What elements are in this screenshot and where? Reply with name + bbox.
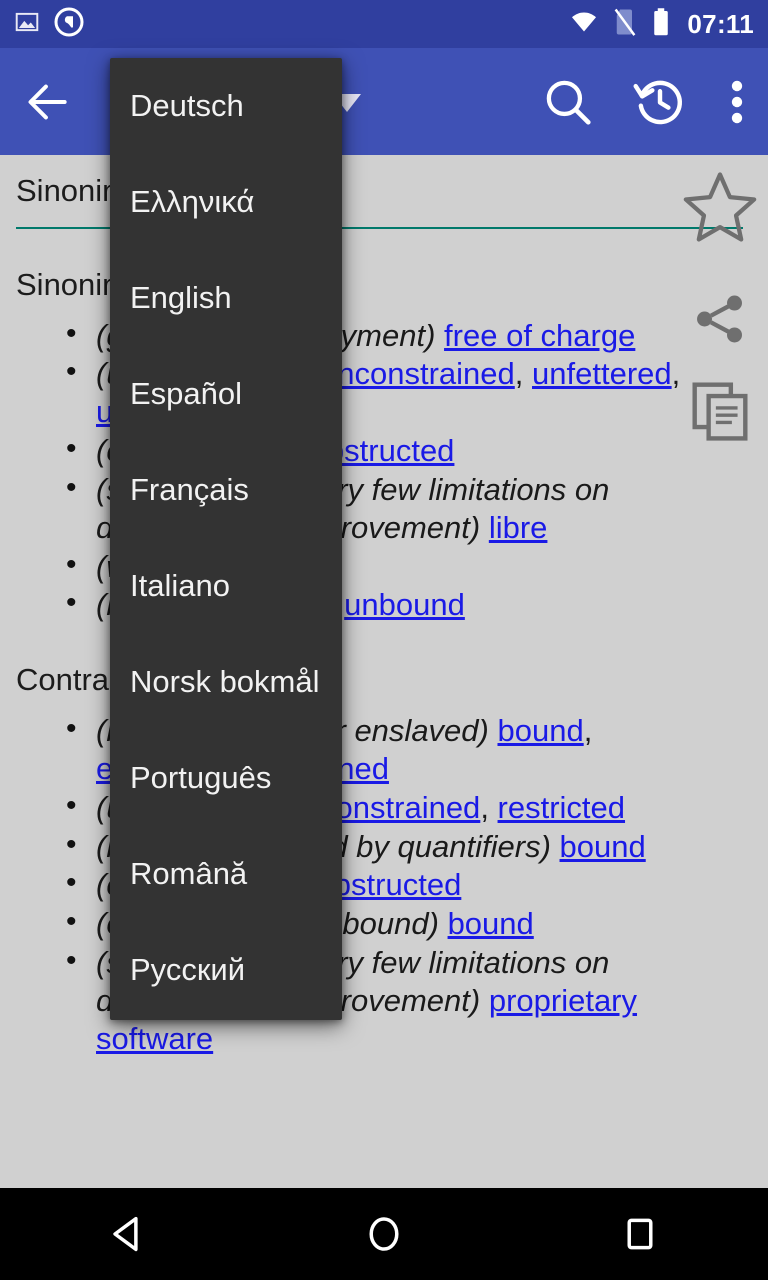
favorite-star-button[interactable]	[677, 167, 763, 254]
history-button[interactable]	[614, 48, 706, 155]
language-menu-item-label: Română	[130, 856, 248, 891]
synonym-link[interactable]: constrained	[320, 790, 480, 825]
nav-home-button[interactable]	[256, 1188, 512, 1280]
language-menu-item-label: Français	[130, 472, 249, 507]
more-vertical-icon	[731, 80, 743, 123]
language-menu-item-label: Norsk bokmål	[130, 664, 320, 699]
nav-back-button[interactable]	[0, 1188, 256, 1280]
synonym-link[interactable]: unconstrained	[320, 356, 515, 391]
status-bar-right-icons: 07:11	[569, 7, 754, 42]
status-bar-clock: 07:11	[687, 9, 754, 39]
language-menu-item-label: Русский	[130, 952, 246, 987]
system-nav-bar	[0, 1188, 768, 1280]
language-menu-item[interactable]: Română	[110, 826, 342, 922]
synonym-link[interactable]: bound	[448, 906, 534, 941]
language-menu-item[interactable]: Italiano	[110, 538, 342, 634]
language-menu-item[interactable]: Português	[110, 730, 342, 826]
circle-home-icon	[369, 1217, 399, 1251]
no-sim-icon	[612, 7, 638, 42]
status-bar-left-icons	[14, 7, 84, 42]
phone-screen: 07:11 Deutsch	[0, 0, 768, 1280]
synonym-link[interactable]: libre	[489, 510, 548, 545]
history-icon	[633, 80, 683, 124]
language-menu-item[interactable]: Norsk bokmål	[110, 634, 342, 730]
language-menu-item-label: Deutsch	[130, 88, 244, 123]
battery-icon	[651, 7, 671, 42]
nav-recents-button[interactable]	[512, 1188, 768, 1280]
synonym-link[interactable]: bound	[560, 829, 646, 864]
wifi-icon	[569, 7, 599, 42]
star-icon	[683, 172, 757, 242]
language-menu-item[interactable]: Español	[110, 346, 342, 442]
search-icon	[546, 80, 591, 125]
image-icon	[14, 9, 40, 40]
language-menu-item[interactable]: Русский	[110, 922, 342, 1018]
search-button[interactable]	[522, 48, 614, 155]
language-menu-item[interactable]: Ελληνικά	[110, 154, 342, 250]
synonym-link[interactable]: unfettered	[532, 356, 672, 391]
synonym-link[interactable]: bound	[497, 713, 583, 748]
language-menu-item-label: English	[130, 280, 232, 315]
language-menu-item[interactable]: Deutsch	[110, 58, 342, 154]
triangle-back-icon	[113, 1216, 138, 1252]
language-menu-item-label: Ελληνικά	[130, 184, 255, 219]
language-menu-item-label: Italiano	[130, 568, 230, 603]
language-menu-item-label: Português	[130, 760, 272, 795]
back-button[interactable]	[0, 48, 96, 155]
language-dropdown-menu[interactable]: Deutsch Ελληνικά English Español Français Ita…	[110, 58, 342, 1020]
synonym-link[interactable]: free of charge	[444, 318, 635, 353]
square-recents-icon	[627, 1218, 653, 1250]
language-menu-item-label: Español	[130, 376, 243, 411]
status-bar: 07:11	[0, 0, 768, 48]
synonym-link[interactable]: restricted	[498, 790, 625, 825]
arrow-left-icon	[28, 84, 67, 119]
language-menu-item[interactable]: Français	[110, 442, 342, 538]
language-menu-item[interactable]: English	[110, 250, 342, 346]
app-notification-icon	[54, 7, 84, 42]
synonym-link[interactable]: unbound	[344, 587, 465, 622]
overflow-menu-button[interactable]	[706, 48, 768, 155]
